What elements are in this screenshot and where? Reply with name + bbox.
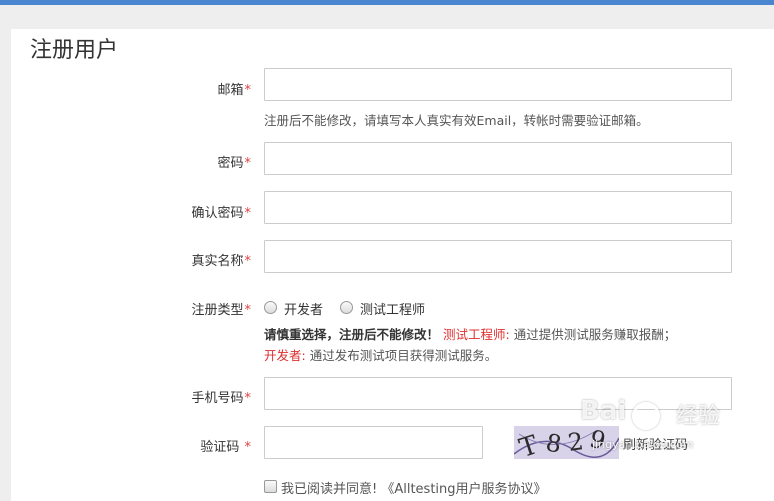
required-mark: * — [244, 440, 252, 455]
email-input[interactable] — [264, 68, 732, 101]
required-mark: * — [244, 83, 252, 98]
real-name-label: 真实名称* — [191, 254, 252, 269]
password-label: 密码* — [217, 156, 252, 171]
phone-label: 手机号码* — [191, 391, 252, 406]
captcha-image[interactable]: T 8 2 9 — [514, 426, 619, 459]
page-title: 注册用户 — [30, 38, 119, 63]
captcha-label: 验证码 * — [200, 440, 252, 455]
refresh-captcha-link[interactable]: 刷新验证码 — [623, 434, 688, 453]
developer-radio[interactable] — [264, 301, 277, 314]
reg-type-info-2: 开发者: 通过发布测试项目获得测试服务。 — [264, 345, 497, 364]
required-mark: * — [244, 254, 252, 269]
tester-radio-label[interactable]: 测试工程师 — [360, 299, 425, 318]
password-input[interactable] — [264, 142, 732, 175]
developer-radio-label[interactable]: 开发者 — [284, 299, 323, 318]
email-label: 邮箱* — [217, 83, 252, 98]
agreement-label[interactable]: 我已阅读并同意! 《Alltesting用户服务协议》 — [281, 478, 547, 497]
agreement-checkbox[interactable] — [264, 480, 277, 493]
confirm-password-input[interactable] — [264, 191, 732, 224]
dev-desc: 通过发布测试项目获得测试服务。 — [305, 348, 498, 363]
required-mark: * — [244, 303, 252, 318]
tester-radio[interactable] — [340, 301, 353, 314]
email-hint: 注册后不能修改，请填写本人真实有效Email，转帐时需要验证邮箱。 — [264, 113, 649, 128]
dev-term: 开发者: — [264, 348, 306, 363]
required-mark: * — [244, 156, 252, 171]
captcha-input[interactable] — [264, 426, 483, 459]
tester-term: 测试工程师: — [443, 327, 510, 342]
top-accent-bar — [0, 0, 774, 5]
reg-type-warning: 请慎重选择，注册后不能修改！ — [264, 327, 440, 342]
phone-input[interactable] — [264, 377, 732, 410]
required-mark: * — [244, 206, 252, 221]
register-card: 注册用户 邮箱* 注册后不能修改，请填写本人真实有效Email，转帐时需要验证邮… — [11, 29, 774, 501]
tester-desc: 通过提供测试服务赚取报酬； — [509, 327, 677, 342]
reg-type-info: 请慎重选择，注册后不能修改！ 测试工程师: 通过提供测试服务赚取报酬； — [264, 324, 676, 343]
reg-type-label: 注册类型* — [191, 303, 252, 318]
real-name-input[interactable] — [264, 240, 732, 273]
required-mark: * — [244, 391, 252, 406]
confirm-password-label: 确认密码* — [191, 206, 252, 221]
captcha-graphic: T 8 2 9 — [514, 426, 619, 459]
